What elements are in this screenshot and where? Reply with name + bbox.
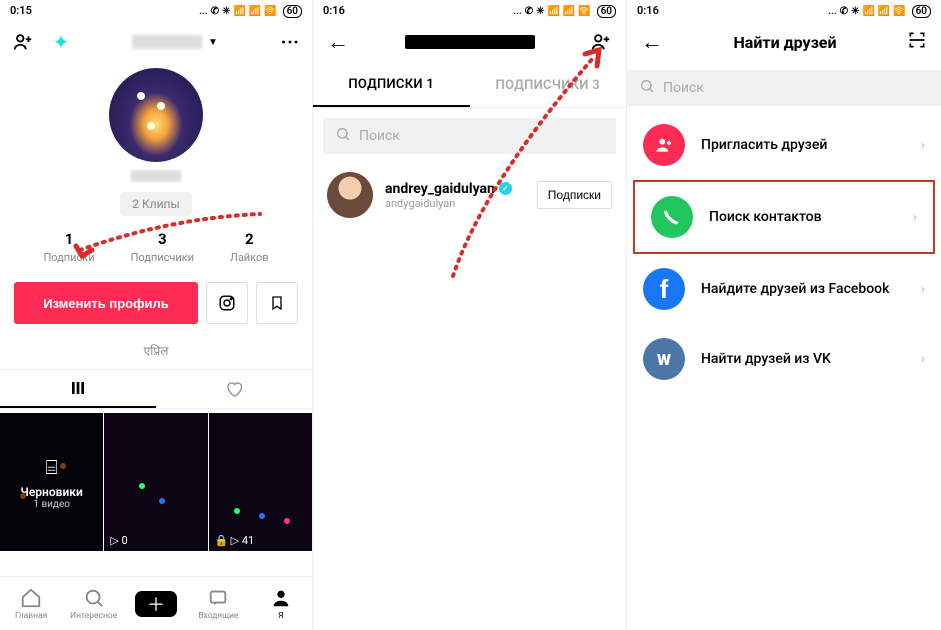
chevron-right-icon: › <box>921 137 925 153</box>
user-row[interactable]: andrey_gaidulyan ✓ andygaidulyan Подписк… <box>313 164 626 226</box>
option-search-contacts[interactable]: Поиск контактов › <box>635 182 933 252</box>
username-dropdown[interactable]: ▼ <box>132 35 218 49</box>
invite-icon <box>643 124 685 166</box>
back-icon[interactable]: ← <box>641 29 663 55</box>
following-header: ← <box>313 20 626 64</box>
follow-tabs: ПОДПИСКИ 1 ПОДПИСЧИКИ 3 <box>313 64 626 108</box>
chevron-right-icon: › <box>921 351 925 367</box>
search-input[interactable]: Поиск <box>323 118 616 154</box>
vk-icon: W <box>643 338 685 380</box>
lock-icon: 🔒 <box>215 534 229 547</box>
facebook-icon: f <box>643 268 685 310</box>
nav-discover[interactable]: Интересное <box>62 577 124 630</box>
user-handle: andygaidulyan <box>385 197 512 210</box>
bottom-nav: Главная Интересное ＋ Входящие Я <box>0 576 312 630</box>
verified-icon: ✓ <box>499 182 512 195</box>
plus-icon: ＋ <box>135 591 177 617</box>
tab-grid[interactable] <box>0 370 156 408</box>
edit-profile-button[interactable]: Изменить профиль <box>14 282 198 324</box>
user-avatar <box>327 172 373 218</box>
user-name: andrey_gaidulyan ✓ <box>385 181 512 197</box>
status-icons: ...✆✳📶📶🛜 60 <box>196 4 302 17</box>
stat-following[interactable]: 1 Подписки <box>43 230 94 264</box>
stat-followers[interactable]: 3 Подписчики <box>131 230 194 264</box>
handle-blurred <box>131 170 181 182</box>
search-input[interactable]: Поиск <box>627 70 941 106</box>
clips-pill[interactable]: 2 Клипы <box>120 192 192 216</box>
back-icon[interactable]: ← <box>327 29 349 55</box>
status-bar: 0:16 ...✆✳📶📶🛜 60 <box>313 0 626 20</box>
chevron-down-icon: ▼ <box>208 37 218 48</box>
nav-inbox[interactable]: Входящие <box>187 577 249 630</box>
bio-text: एप्रिल <box>0 342 312 359</box>
drafts-icon: ⌸ <box>46 455 58 479</box>
find-friends-header: ← Найти друзей <box>627 20 941 64</box>
chevron-right-icon: › <box>921 281 925 297</box>
option-invite-friends[interactable]: Пригласить друзей › <box>627 110 941 180</box>
username-redacted <box>405 35 535 49</box>
option-vk-friends[interactable]: W Найти друзей из VK › <box>627 324 941 394</box>
nav-profile[interactable]: Я <box>250 577 312 630</box>
tab-following[interactable]: ПОДПИСКИ 1 <box>313 64 470 107</box>
content-tabs <box>0 369 312 409</box>
profile-header: ✦ ▼ ⋮ <box>0 20 312 64</box>
nav-home[interactable]: Главная <box>0 577 62 630</box>
profile-avatar[interactable] <box>109 68 203 162</box>
chevron-right-icon: › <box>913 209 917 225</box>
status-bar: 0:15 ...✆✳📶📶🛜 60 <box>0 0 312 20</box>
status-icons: ...✆✳📶📶🛜 60 <box>825 4 931 17</box>
search-icon <box>639 78 655 98</box>
status-icons: ...✆✳📶📶🛜 60 <box>510 4 616 17</box>
phone-icon <box>651 196 693 238</box>
drafts-thumb[interactable]: ⌸ Черновики 1 видео <box>0 413 103 551</box>
following-button[interactable]: Подписки <box>537 181 612 209</box>
annotation-highlight-box: Поиск контактов › <box>633 180 935 254</box>
instagram-button[interactable] <box>206 282 248 324</box>
video-thumb[interactable]: 🔒 ▷ 41 <box>209 413 312 551</box>
tab-followers[interactable]: ПОДПИСЧИКИ 3 <box>470 64 627 107</box>
more-icon[interactable]: ⋮ <box>278 31 300 53</box>
sparkle-icon[interactable]: ✦ <box>50 31 72 53</box>
clock: 0:15 <box>10 4 32 17</box>
clock: 0:16 <box>323 4 345 17</box>
bookmark-button[interactable] <box>256 282 298 324</box>
stat-likes[interactable]: 2 Лайков <box>230 230 269 264</box>
option-facebook-friends[interactable]: f Найдите друзей из Facebook › <box>627 254 941 324</box>
clock: 0:16 <box>637 4 659 17</box>
tab-liked[interactable] <box>156 370 312 408</box>
status-bar: 0:16 ...✆✳📶📶🛜 60 <box>627 0 941 20</box>
add-friend-icon[interactable] <box>12 31 34 53</box>
video-grid: ⌸ Черновики 1 видео ▷ 0 🔒 ▷ 41 <box>0 413 312 551</box>
scan-icon[interactable] <box>907 30 927 55</box>
page-title: Найти друзей <box>733 33 836 52</box>
add-friend-icon[interactable] <box>590 31 612 53</box>
search-icon <box>335 126 351 146</box>
nav-create[interactable]: ＋ <box>125 577 187 630</box>
video-thumb[interactable]: ▷ 0 <box>104 413 207 551</box>
profile-stats: 1 Подписки 3 Подписчики 2 Лайков <box>0 230 312 264</box>
username-blurred <box>132 35 202 49</box>
